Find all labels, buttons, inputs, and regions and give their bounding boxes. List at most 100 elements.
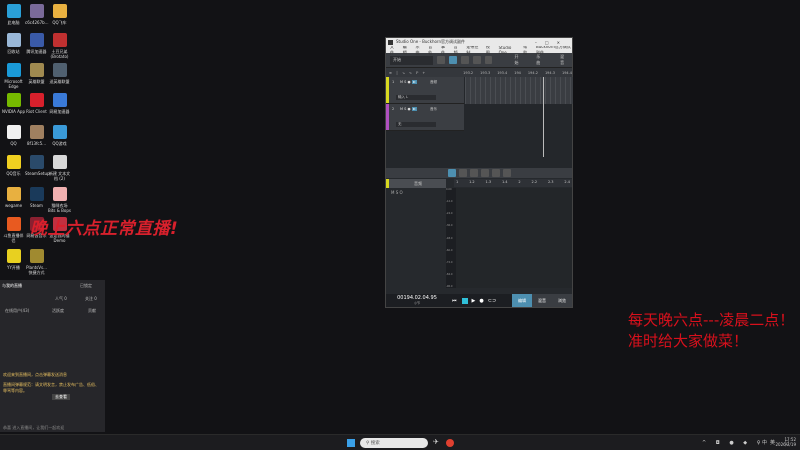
desktop-icon-label: 回收站 [7,49,20,54]
app-icon [6,4,21,18]
clock[interactable]: 17:52 2026/2/19 [775,437,796,447]
desktop-icon[interactable]: c6c4267b... [25,4,48,25]
gift-tab[interactable]: 贡献 [88,308,96,314]
app-icon [29,249,44,263]
editor-ruler-tick: 2.2 [531,180,538,184]
lock-button[interactable]: 已锁定 [80,283,92,289]
desktop-icon[interactable]: QQ [2,125,25,146]
editor-ruler-tick: 2 [518,180,521,184]
app-icon [6,63,21,77]
desktop-icon[interactable]: NVIDIA App [2,93,25,114]
track-name[interactable]: 音频 [430,80,437,85]
app-icon [52,125,67,139]
app-icon [6,155,21,169]
desktop-icon[interactable]: QQ音乐 [2,155,25,176]
desktop-icon-label: 土豆兄弟 (Brotato) [50,49,69,59]
start-button[interactable]: 开始 [514,54,522,66]
desktop-icon[interactable]: 猫咪农场 Bits & Bops [48,187,71,213]
eraser-tool-icon[interactable] [480,169,489,177]
song-button[interactable]: 乐曲 [536,54,544,66]
track-name[interactable]: 音乐 [430,107,437,112]
app-icon [6,187,21,201]
app-icon [29,93,44,107]
playhead[interactable] [543,77,544,157]
track-number: 1 [392,80,395,84]
desktop-icon[interactable]: Riot Client [25,93,48,114]
track-1[interactable]: 1 M S ● ⊏ 音频 输入 L [386,77,464,104]
desktop-icon-label: c6c4267b... [25,20,49,25]
track-input[interactable]: 输入 L [396,95,436,100]
desktop-icon[interactable]: 送英雄联盟 [48,63,71,84]
track-input[interactable]: 无 [396,122,436,127]
menu-item[interactable]: Studio One [499,45,518,55]
track-2[interactable]: 2 M S ● ⊏ 音乐 无 [386,104,464,131]
desktop-icon[interactable]: Microsoft Edge [2,63,25,89]
view-tab[interactable]: 编辑 [512,294,532,307]
track-lane[interactable] [465,77,573,104]
view-tab[interactable]: 混音 [532,294,552,307]
track-tools[interactable]: ≡│↘∿ℙ+ [386,71,460,75]
desktop-icon[interactable]: YY开播 [2,249,25,270]
search-placeholder: 搜索 [370,441,380,446]
desktop-icon[interactable]: SteamSetup [25,155,50,176]
stop-icon[interactable] [461,297,468,304]
desktop-icon-label: QQ音乐 [6,171,21,176]
pencil-tool-icon[interactable] [469,169,478,177]
desktop-icon-label: QQ飞车 [52,20,67,25]
desktop-icon[interactable]: QQ飞车 [48,4,71,25]
pencil-tool-icon[interactable] [460,56,469,64]
play-icon[interactable]: ▶ [472,298,476,304]
arrow-tool-icon[interactable] [437,56,446,64]
mix-button[interactable]: 混音 [560,54,568,66]
viewers-tab[interactable]: 在线用户(43) [5,308,29,314]
rewind-icon[interactable]: ⏮ [452,298,457,304]
desktop-icon[interactable]: 新建 文本文档 (2) [48,155,71,181]
desktop-icon-label: QQ [10,141,17,146]
range-tool-icon[interactable] [458,169,467,177]
studio-one-taskbar-icon[interactable] [446,439,454,447]
search-box[interactable]: ⚲ 搜索 [360,438,428,448]
editor-ruler-tick: 2.4 [564,180,570,184]
desktop-icon[interactable]: 腾讯加速器 [25,33,48,54]
popularity-count: 人气 0 [55,296,67,301]
desktop-icon[interactable]: 网易加速器 [48,93,71,114]
eraser-tool-icon[interactable] [472,56,481,64]
live-overlay-panel: 与我的直播 已锁定 人气 0 关注 0 在线用户(43) 活跃度 贡献 欢迎来到… [0,280,105,432]
rules-message: 直播间弹幕规范：请文明发言，禁止发布广告、低俗、辱骂等内容。 [3,382,99,393]
desktop-icon[interactable]: 英雄联盟 [25,63,48,84]
desktop-icon[interactable]: QQ游戏 [48,125,71,146]
loop-icon[interactable]: ⊂⊃ [488,298,496,304]
ruler-tick: 194.4 [561,70,572,75]
view-tab[interactable]: 浏览 [552,294,572,307]
taskbar-app-icon[interactable]: ✈ [433,438,439,446]
range-tool-icon[interactable] [449,56,457,64]
editor-msb[interactable]: M S O [391,190,403,195]
scissors-icon[interactable] [491,169,500,177]
desktop-icon[interactable]: Steam [25,187,48,208]
start-icon[interactable] [347,439,355,447]
speaker-icon[interactable] [502,169,511,177]
db-tick: 0.00 [446,188,452,191]
schedule-text: 每天晚六点---凌晨二点！ 准时给大家做菜！ [628,311,795,350]
editor-track-name[interactable]: 音频 [386,179,446,188]
desktop-icon[interactable]: 土豆兄弟 (Brotato) [48,33,71,59]
editor-grid[interactable] [456,188,572,288]
paint-tool-icon[interactable] [484,56,493,64]
record-icon[interactable]: ● [479,298,483,304]
desktop-icon[interactable]: 斗鱼直播伴侣 [2,217,25,243]
desktop-icon[interactable]: PlantsVs... 快捷方式 [25,249,48,275]
desktop-icon[interactable]: 此电脑 [2,4,25,25]
panel-title: 与我的直播 [2,283,22,288]
window-title: Studio One - Buckhorn官方调试副件 [396,39,466,44]
preset-select[interactable]: 开始 [390,55,434,65]
editor-ruler-tick: 2.3 [547,180,554,184]
desktop-icon[interactable]: wegame [2,187,25,208]
desktop-icon[interactable]: 回收站 [2,33,25,54]
ruler-tick: 193.3 [480,70,491,75]
window-controls[interactable]: –□✕ [535,40,568,45]
activity-tab[interactable]: 活跃度 [52,308,64,314]
view-button[interactable]: 去查看 [52,394,70,400]
arrow-tool-icon[interactable] [447,169,456,177]
ime-indicator[interactable]: 中 [762,439,767,446]
desktop-icon[interactable]: 8f13fc5... [25,125,48,146]
